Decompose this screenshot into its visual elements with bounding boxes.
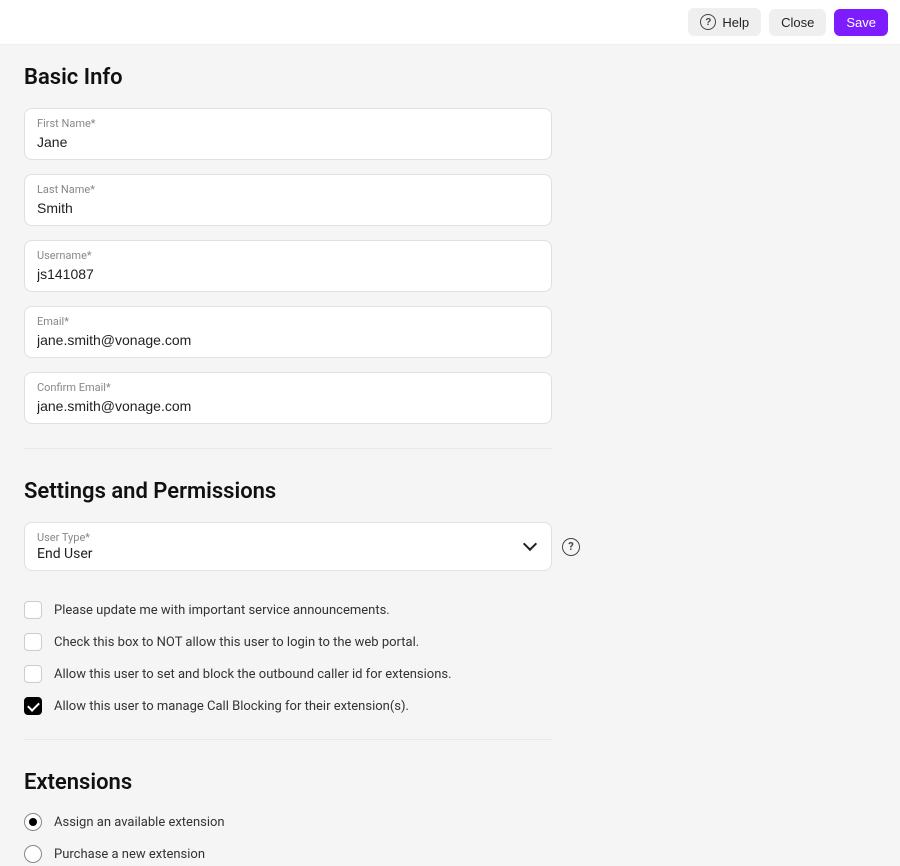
help-icon: ?	[700, 14, 716, 30]
confirm-email-label: Confirm Email*	[37, 381, 539, 394]
last-name-label: Last Name*	[37, 183, 539, 196]
user-type-value: End User	[37, 546, 539, 562]
user-type-help-icon[interactable]: ?	[562, 538, 580, 556]
checkbox-announcements-label: Please update me with important service …	[54, 603, 390, 618]
username-field[interactable]: Username*	[24, 240, 552, 292]
radio-assign-label: Assign an available extension	[54, 815, 225, 830]
checkbox-announcements[interactable]	[24, 601, 42, 619]
extensions-title: Extensions	[24, 770, 876, 795]
user-type-row: User Type* End User ?	[24, 522, 876, 571]
section-divider	[24, 739, 552, 740]
close-button[interactable]: Close	[769, 9, 826, 36]
confirm-email-input[interactable]	[37, 398, 539, 414]
radio-row-purchase: Purchase a new extension	[24, 845, 876, 863]
basic-info-title: Basic Info	[24, 65, 876, 90]
checkbox-caller-id[interactable]	[24, 665, 42, 683]
section-divider	[24, 448, 552, 449]
checkbox-row-call-blocking: Allow this user to manage Call Blocking …	[24, 697, 876, 715]
checkbox-call-blocking[interactable]	[24, 697, 42, 715]
checkbox-no-login[interactable]	[24, 633, 42, 651]
settings-title: Settings and Permissions	[24, 479, 876, 504]
checkbox-row-announcements: Please update me with important service …	[24, 601, 876, 619]
checkbox-row-caller-id: Allow this user to set and block the out…	[24, 665, 876, 683]
checkbox-no-login-label: Check this box to NOT allow this user to…	[54, 635, 419, 650]
user-type-select[interactable]: User Type* End User	[24, 522, 552, 571]
checkbox-row-no-login: Check this box to NOT allow this user to…	[24, 633, 876, 651]
last-name-input[interactable]	[37, 200, 539, 216]
header-bar: ? Help Close Save	[0, 0, 900, 45]
basic-info-section: Basic Info First Name* Last Name* Userna…	[24, 65, 876, 449]
confirm-email-field[interactable]: Confirm Email*	[24, 372, 552, 424]
email-label: Email*	[37, 315, 539, 328]
extensions-section: Extensions Assign an available extension…	[24, 770, 876, 866]
radio-assign[interactable]	[24, 813, 42, 831]
close-label: Close	[781, 15, 814, 30]
username-label: Username*	[37, 249, 539, 262]
first-name-input[interactable]	[37, 134, 539, 150]
settings-checkboxes: Please update me with important service …	[24, 601, 876, 715]
username-input[interactable]	[37, 266, 539, 282]
radio-purchase[interactable]	[24, 845, 42, 863]
last-name-field[interactable]: Last Name*	[24, 174, 552, 226]
radio-purchase-label: Purchase a new extension	[54, 847, 205, 862]
content-area: Basic Info First Name* Last Name* Userna…	[0, 45, 900, 866]
settings-section: Settings and Permissions User Type* End …	[24, 479, 876, 740]
checkbox-call-blocking-label: Allow this user to manage Call Blocking …	[54, 699, 409, 714]
save-label: Save	[846, 15, 876, 30]
radio-row-assign: Assign an available extension	[24, 813, 876, 831]
email-field[interactable]: Email*	[24, 306, 552, 358]
save-button[interactable]: Save	[834, 9, 888, 36]
first-name-label: First Name*	[37, 117, 539, 130]
user-type-label: User Type*	[37, 531, 539, 544]
help-label: Help	[722, 15, 749, 30]
help-button[interactable]: ? Help	[688, 8, 761, 36]
checkbox-caller-id-label: Allow this user to set and block the out…	[54, 667, 452, 682]
first-name-field[interactable]: First Name*	[24, 108, 552, 160]
email-input[interactable]	[37, 332, 539, 348]
chevron-down-icon	[525, 541, 537, 553]
